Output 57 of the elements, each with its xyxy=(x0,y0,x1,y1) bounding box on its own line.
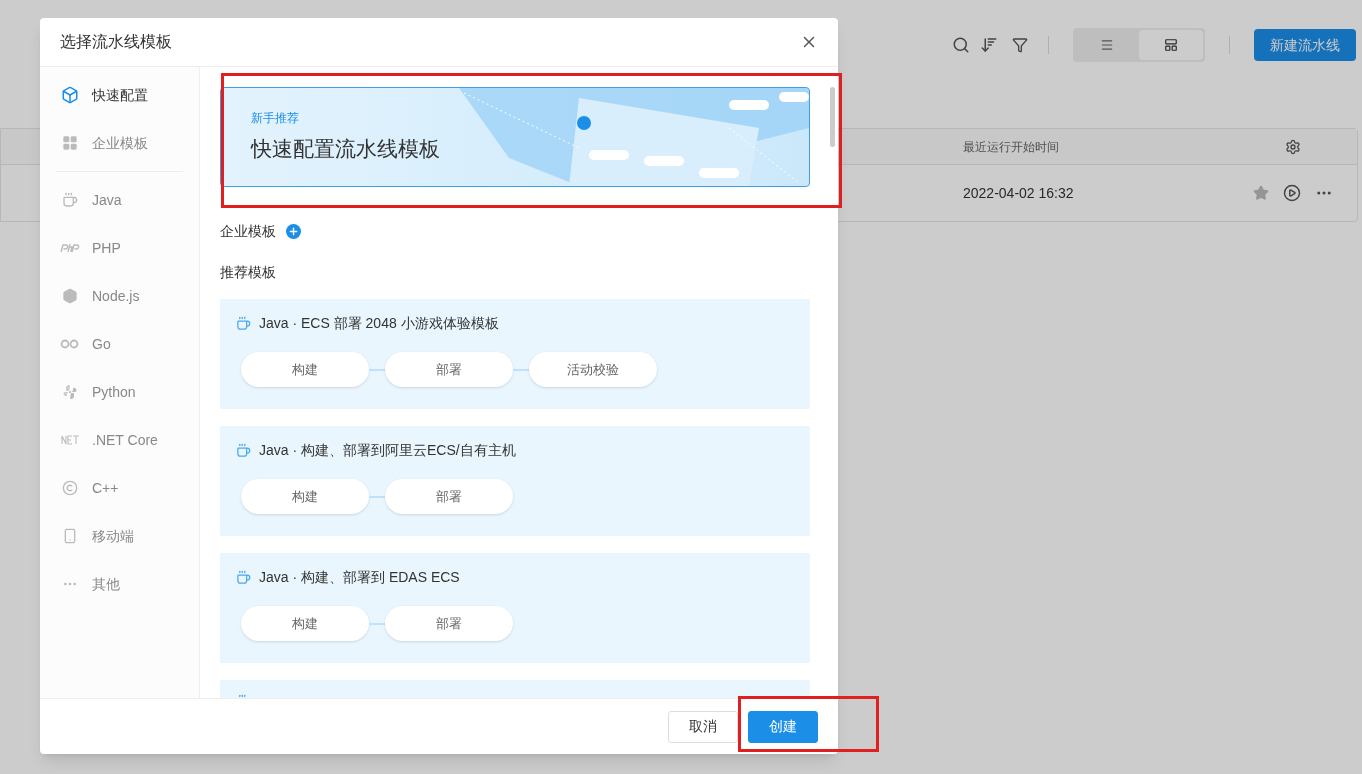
quick-config-banner[interactable]: 新手推荐 快速配置流水线模板 xyxy=(220,87,810,187)
coffee-cup-icon xyxy=(236,443,251,458)
hexagon-icon xyxy=(62,288,78,304)
section-title: 推荐模板 xyxy=(220,263,277,282)
coffee-cup-icon xyxy=(236,570,251,585)
play-icon[interactable] xyxy=(1283,184,1301,202)
stage-pill: 部署 xyxy=(385,479,513,514)
template-card[interactable]: Java · ECS 部署 2048 小游戏体验模板 构建 部署 活动校验 xyxy=(220,299,810,409)
phone-icon xyxy=(62,528,78,544)
sidebar-item[interactable]: 企业模板 xyxy=(40,119,199,167)
sort-icon[interactable] xyxy=(980,36,998,54)
search-icon[interactable] xyxy=(952,36,970,54)
cube-icon xyxy=(61,86,79,104)
go-logo-icon xyxy=(60,339,80,349)
stage-pill: 构建 xyxy=(241,606,369,641)
banner-title: 快速配置流水线模板 xyxy=(251,136,441,163)
scrollbar-thumb[interactable] xyxy=(830,87,835,147)
table-cell-text: 2022-04-02 16:32 xyxy=(963,183,1074,203)
card-view-tab[interactable] xyxy=(1139,30,1203,60)
dialog-title: 选择流水线模板 xyxy=(60,32,172,52)
template-card[interactable]: Java · 构建、部署到 EDAS ECS 构建 部署 xyxy=(220,553,810,663)
column-header: 最近运行开始时间 xyxy=(963,138,1059,156)
sidebar-item[interactable]: Go xyxy=(40,320,199,368)
cancel-button[interactable]: 取消 xyxy=(668,710,738,743)
stage-pill: 活动校验 xyxy=(529,352,657,387)
template-title: Java · ECS 部署 2048 小游戏体验模板 xyxy=(259,314,499,333)
sidebar-item[interactable]: Java xyxy=(40,176,199,224)
sidebar-item[interactable]: 移动端 xyxy=(40,512,199,560)
sidebar-item[interactable]: Node.js xyxy=(40,272,199,320)
layout-icon xyxy=(1164,38,1178,52)
sidebar-item[interactable]: 其他 xyxy=(40,560,199,608)
add-icon[interactable] xyxy=(286,224,301,239)
sidebar-item[interactable]: 快速配置 xyxy=(40,71,199,119)
sidebar-item[interactable]: .NET Core xyxy=(40,416,199,464)
create-button[interactable]: 创建 xyxy=(748,710,818,743)
banner-tag: 新手推荐 xyxy=(251,109,809,128)
net-logo-icon xyxy=(60,435,80,445)
php-logo-icon xyxy=(60,243,80,253)
list-icon xyxy=(1100,38,1114,52)
sidebar-item[interactable]: PHP xyxy=(40,224,199,272)
stage-pill: 部署 xyxy=(385,606,513,641)
filter-icon[interactable] xyxy=(1012,37,1028,53)
sidebar-item[interactable]: C++ xyxy=(40,464,199,512)
coffee-cup-icon xyxy=(236,316,251,331)
coffee-cup-icon xyxy=(62,192,78,208)
grid-icon xyxy=(62,135,78,151)
stage-pill: 部署 xyxy=(385,352,513,387)
section-title: 企业模板 xyxy=(220,222,276,241)
new-pipeline-button[interactable]: 新建流水线 xyxy=(1254,29,1356,61)
stage-pill: 构建 xyxy=(241,352,369,387)
settings-icon[interactable] xyxy=(1285,138,1301,155)
template-title: Java · 构建、部署到 EDAS ECS xyxy=(259,568,460,587)
star-icon[interactable] xyxy=(1253,185,1269,201)
stage-pill: 构建 xyxy=(241,479,369,514)
sidebar-item[interactable]: Python xyxy=(40,368,199,416)
template-title: Java · 构建、部署到阿里云ECS/自有主机 xyxy=(259,441,516,460)
template-card[interactable]: Java · 构建、部署到阿里云ECS/自有主机 构建 部署 xyxy=(220,426,810,536)
